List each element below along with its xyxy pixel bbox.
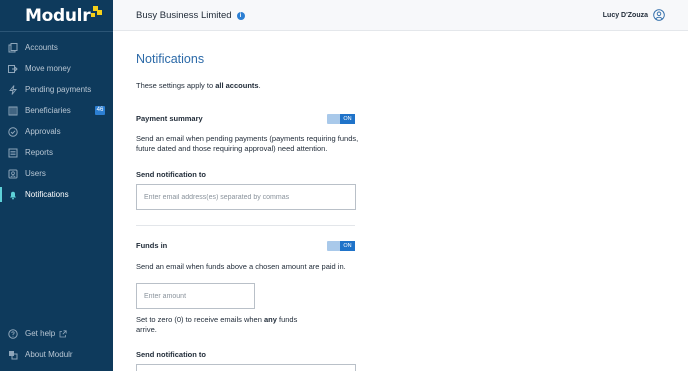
sidebar-item-beneficiaries[interactable]: Beneficiaries 46 [0, 100, 113, 121]
toggle-on-label: ON [340, 114, 355, 124]
sidebar-item-reports[interactable]: Reports [0, 142, 113, 163]
sidebar-item-label: Move money [25, 64, 71, 73]
help-icon [8, 328, 18, 339]
sidebar-item-users[interactable]: Users [0, 163, 113, 184]
bell-icon [8, 190, 18, 200]
funds-in-description: Send an email when funds above a chosen … [136, 262, 346, 271]
intro-prefix: These settings apply to [136, 81, 216, 90]
payment-summary-title: Payment summary [136, 114, 203, 123]
company-name-text: Busy Business Limited [136, 10, 232, 21]
sidebar-divider [0, 31, 113, 32]
sidebar-item-label: Beneficiaries [25, 106, 71, 115]
beneficiaries-count-badge: 46 [95, 106, 105, 115]
sidebar: Modulr Accounts Move money Pending payme… [0, 0, 113, 371]
sidebar-item-notifications[interactable]: Notifications [0, 184, 113, 205]
sidebar-item-label: Accounts [25, 43, 58, 52]
funds-in-toggle[interactable]: ON [327, 241, 355, 251]
hint-prefix: Set to zero (0) to receive emails when [136, 315, 264, 324]
hint-bold: any [263, 315, 277, 324]
external-link-icon [59, 329, 67, 338]
funds-in-hint: Set to zero (0) to receive emails when a… [136, 315, 306, 335]
top-header: Busy Business Limited i Lucy D'Zouza [113, 0, 688, 31]
sidebar-item-label: Reports [25, 148, 54, 157]
main-content: Notifications These settings apply to al… [113, 32, 688, 371]
payment-summary-email-input[interactable] [136, 184, 356, 210]
user-avatar-icon [653, 9, 665, 21]
section-divider [136, 225, 355, 226]
get-help-link[interactable]: Get help [0, 323, 113, 344]
sidebar-item-approvals[interactable]: Approvals [0, 121, 113, 142]
user-menu[interactable]: Lucy D'Zouza [603, 9, 665, 21]
users-icon [8, 169, 18, 179]
company-name: Busy Business Limited i [136, 10, 245, 21]
get-help-label: Get help [25, 329, 56, 338]
sidebar-item-label: Approvals [25, 127, 61, 136]
user-name: Lucy D'Zouza [602, 11, 648, 19]
sidebar-item-move-money[interactable]: Move money [0, 58, 113, 79]
payment-summary-description: Send an email when pending payments (pay… [136, 134, 359, 153]
logo-text: Modulr [25, 6, 91, 26]
payment-summary-send-to-label: Send notification to [136, 170, 206, 179]
intro-text: These settings apply to all accounts. [136, 81, 261, 90]
sidebar-nav: Accounts Move money Pending payments Ben… [0, 37, 113, 205]
about-icon [8, 350, 18, 360]
page-title: Notifications [136, 52, 205, 66]
sidebar-item-pending-payments[interactable]: Pending payments [0, 79, 113, 100]
funds-in-title: Funds in [136, 241, 168, 250]
modulr-logo[interactable]: Modulr [25, 5, 103, 27]
funds-in-send-to-label: Send notification to [136, 350, 206, 359]
beneficiaries-icon [8, 106, 18, 116]
sidebar-item-label: Pending payments [25, 85, 92, 94]
sidebar-item-accounts[interactable]: Accounts [0, 37, 113, 58]
move-money-icon [8, 64, 18, 74]
reports-icon [8, 148, 18, 158]
toggle-on-label: ON [340, 241, 355, 251]
sidebar-item-label: Notifications [25, 190, 69, 199]
about-modulr-link[interactable]: About Modulr [0, 344, 113, 365]
lightning-icon [8, 84, 18, 95]
logo-mark-icon [91, 6, 103, 20]
accounts-icon [8, 42, 18, 53]
sidebar-bottom-nav: Get help About Modulr [0, 323, 113, 365]
intro-suffix: . [258, 81, 261, 90]
check-circle-icon [8, 126, 18, 137]
sidebar-item-label: Users [25, 169, 46, 178]
info-icon[interactable]: i [236, 11, 245, 20]
funds-in-email-input[interactable] [136, 364, 356, 371]
funds-in-amount-input[interactable] [136, 283, 255, 309]
intro-bold: all accounts [215, 81, 259, 90]
about-modulr-label: About Modulr [25, 350, 73, 359]
payment-summary-toggle[interactable]: ON [327, 114, 355, 124]
